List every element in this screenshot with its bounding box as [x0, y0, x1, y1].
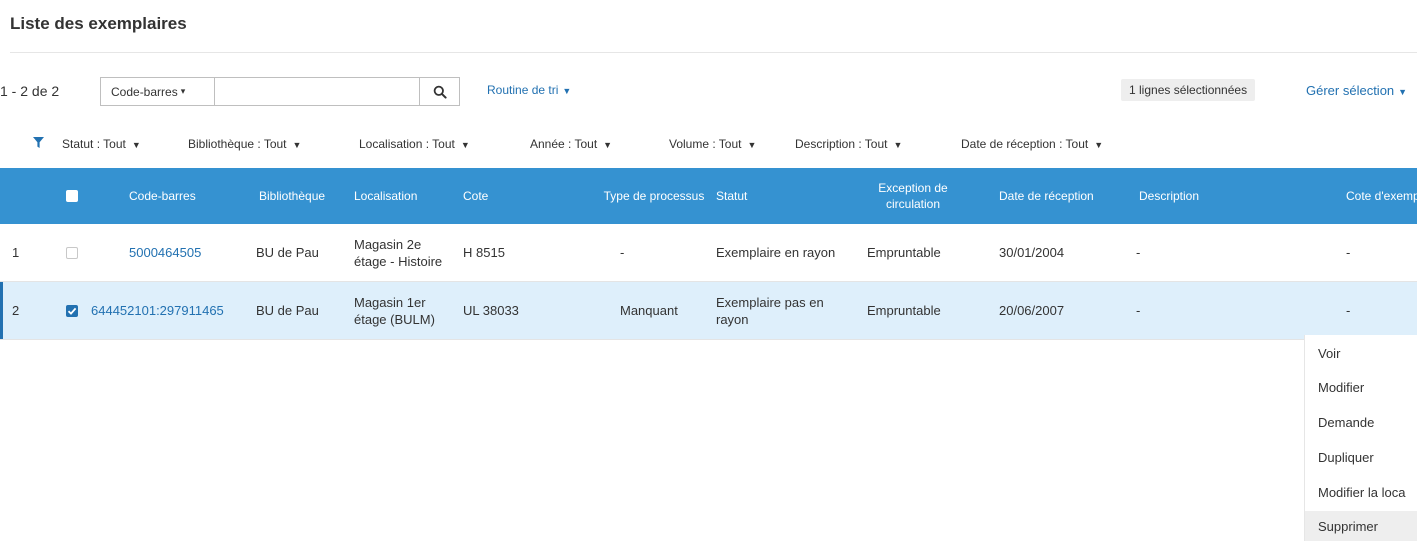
filter-library[interactable]: Bibliothèque : Tout ▼: [188, 137, 301, 151]
selected-row-accent: [0, 282, 3, 339]
chevron-down-icon: ▾: [180, 86, 186, 96]
col-status[interactable]: Statut: [716, 168, 747, 224]
cell-description: -: [1136, 303, 1141, 318]
menu-item-duplicate[interactable]: Dupliquer: [1305, 442, 1417, 472]
filter-location[interactable]: Localisation : Tout ▼: [359, 137, 470, 151]
selected-count-badge: 1 lignes sélectionnées: [1121, 79, 1256, 101]
caret-down-icon: ▼: [460, 140, 470, 150]
checkbox-box: [66, 304, 78, 317]
items-table: Code-barres Bibliothèque Localisation Co…: [0, 168, 1417, 340]
caret-down-icon: ▼: [1094, 140, 1104, 150]
row-number: 1: [12, 245, 20, 260]
cell-location: Magasin 1er étage (BULM): [354, 294, 435, 327]
cell-circulation: Empruntable: [867, 245, 941, 260]
menu-item-request[interactable]: Demande: [1305, 407, 1417, 437]
col-received-date[interactable]: Date de réception: [999, 168, 1094, 224]
filter-volume[interactable]: Volume : Tout ▼: [669, 137, 756, 151]
cell-circulation: Empruntable: [867, 303, 941, 318]
menu-item-delete[interactable]: Supprimer: [1305, 511, 1417, 541]
filter-label: Localisation : Tout: [359, 137, 455, 151]
toolbar: 1 - 2 de 2 Code-barres ▾ Routine de tri ▼…: [0, 76, 1417, 106]
cell-library: BU de Pau: [256, 303, 319, 318]
col-call-number[interactable]: Cote: [463, 168, 488, 224]
cell-process-type: Manquant: [620, 303, 678, 318]
col-location[interactable]: Localisation: [354, 168, 417, 224]
checkbox-box: [66, 246, 78, 259]
filter-label: Année : Tout: [530, 137, 598, 151]
row-actions-menu: Voir Modifier Demande Dupliquer Modifier…: [1304, 335, 1417, 541]
search-button[interactable]: [419, 78, 459, 105]
cell-library: BU de Pau: [256, 245, 319, 260]
barcode-link[interactable]: 644452101:297911465: [91, 282, 224, 339]
caret-down-icon: ▼: [292, 140, 302, 150]
filter-description[interactable]: Description : Tout ▼: [795, 137, 902, 151]
table-row[interactable]: 1 5000464505 BU de Pau Magasin 2e étage …: [0, 224, 1417, 282]
menu-item-change-location[interactable]: Modifier la loca: [1305, 477, 1417, 507]
cell-received-date: 20/06/2007: [999, 303, 1065, 318]
filter-label: Volume : Tout: [669, 137, 742, 151]
search-input[interactable]: [215, 78, 419, 105]
menu-item-edit[interactable]: Modifier: [1305, 372, 1417, 402]
cell-call-number: UL 38033: [463, 303, 519, 318]
cell-item-call-number: -: [1346, 245, 1351, 260]
row-number: 2: [12, 303, 20, 318]
checkbox-box: [66, 190, 78, 202]
row-checkbox[interactable]: [66, 224, 78, 281]
cell-location: Magasin 2e étage - Histoire: [354, 236, 443, 269]
table-row[interactable]: 2 644452101:297911465 BU de Pau Magasin …: [0, 282, 1417, 340]
manage-selection-label: Gérer sélection: [1306, 83, 1395, 98]
manage-selection-dropdown[interactable]: Gérer sélection ▼: [1306, 83, 1407, 98]
col-item-call-number[interactable]: Cote d'exemplaire: [1346, 168, 1417, 224]
col-barcode[interactable]: Code-barres: [129, 168, 196, 224]
cell-process-type: -: [620, 245, 625, 260]
cell-call-number: H 8515: [463, 245, 505, 260]
cell-item-call-number: -: [1346, 303, 1351, 318]
cell-received-date: 30/01/2004: [999, 245, 1065, 260]
col-process-type[interactable]: Type de processus: [603, 168, 705, 224]
menu-item-view[interactable]: Voir: [1305, 338, 1417, 368]
caret-down-icon: ▼: [603, 140, 613, 150]
filter-label: Description : Tout: [795, 137, 888, 151]
checkmark-icon: [67, 307, 77, 315]
row-checkbox[interactable]: [66, 282, 78, 339]
search-type-label: Code-barres: [111, 84, 178, 99]
filter-status[interactable]: Statut : Tout ▼: [62, 137, 141, 151]
search-group: Code-barres ▾: [100, 77, 460, 106]
caret-down-icon: ▼: [747, 140, 757, 150]
caret-down-icon: ▼: [562, 86, 572, 96]
filter-bar: Statut : Tout ▼ Bibliothèque : Tout ▼ Loca…: [0, 130, 1417, 156]
caret-down-icon: ▼: [1398, 87, 1408, 97]
result-count: 1 - 2 de 2: [0, 83, 60, 99]
cell-status: Exemplaire pas en rayon: [716, 294, 824, 327]
sort-routine-label: Routine de tri: [487, 83, 559, 97]
page-title: Liste des exemplaires: [10, 14, 187, 33]
filter-label: Date de réception : Tout: [961, 137, 1089, 151]
barcode-link[interactable]: 5000464505: [129, 224, 201, 281]
search-icon: [433, 85, 447, 99]
filter-label: Bibliothèque : Tout: [188, 137, 287, 151]
col-library[interactable]: Bibliothèque: [259, 168, 325, 224]
filter-year[interactable]: Année : Tout ▼: [530, 137, 612, 151]
title-divider: [10, 52, 1417, 53]
col-circulation[interactable]: Exception de circulation: [860, 168, 966, 224]
col-description[interactable]: Description: [1139, 168, 1199, 224]
filter-label: Statut : Tout: [62, 137, 126, 151]
select-all-checkbox[interactable]: [66, 168, 78, 224]
caret-down-icon: ▼: [893, 140, 903, 150]
cell-status: Exemplaire en rayon: [716, 245, 836, 260]
cell-description: -: [1136, 245, 1141, 260]
filter-icon[interactable]: [33, 137, 44, 148]
table-header: Code-barres Bibliothèque Localisation Co…: [0, 168, 1417, 224]
search-type-dropdown[interactable]: Code-barres ▾: [101, 78, 215, 105]
caret-down-icon: ▼: [131, 140, 141, 150]
filter-received-date[interactable]: Date de réception : Tout ▼: [961, 137, 1103, 151]
sort-routine-dropdown[interactable]: Routine de tri ▼: [487, 83, 571, 97]
